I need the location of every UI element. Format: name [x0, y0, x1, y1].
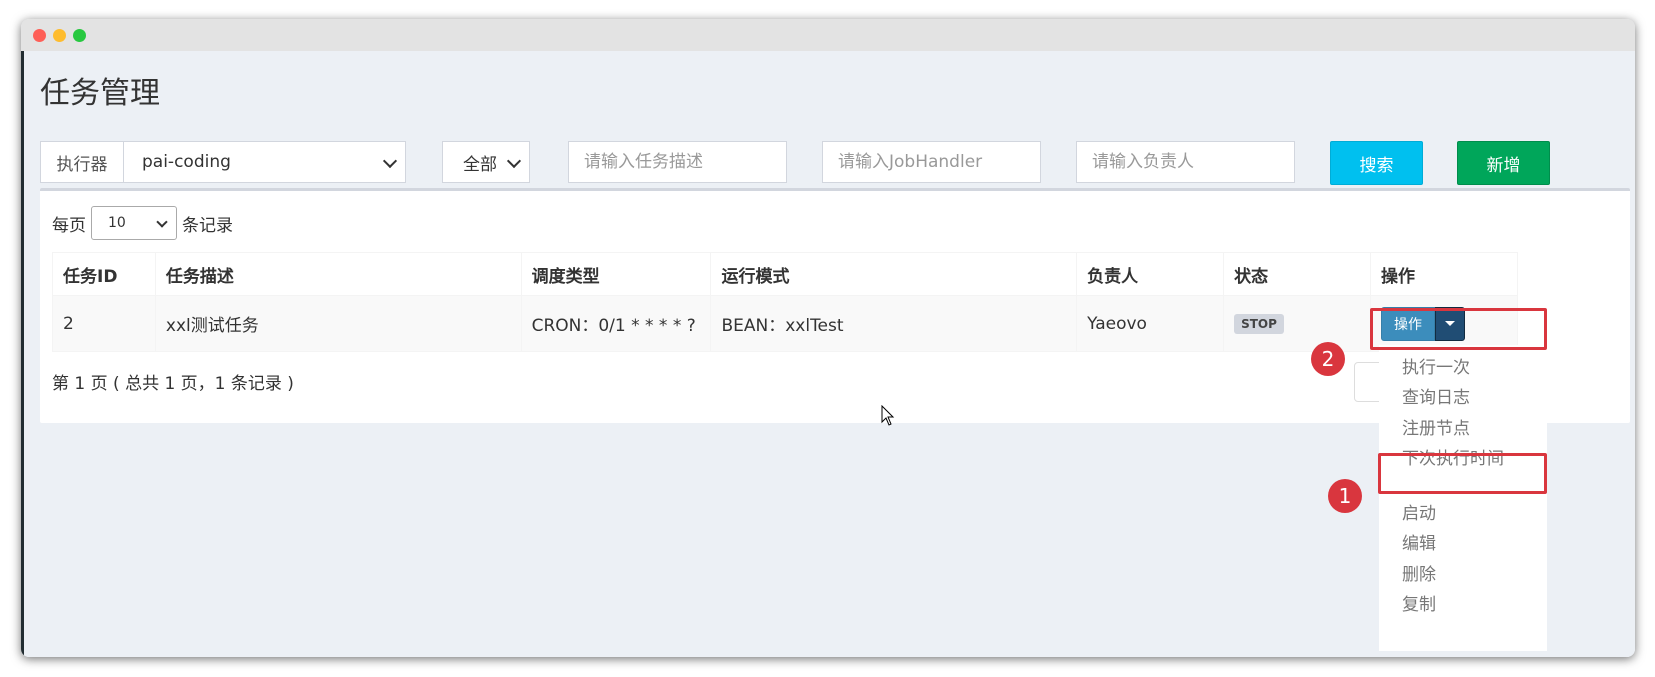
page-length-select[interactable]: 10	[91, 206, 177, 240]
filter-bar: 执行器 pai-coding 全部 搜索 新增	[40, 141, 1635, 185]
annotation-highlight-run-once	[1370, 308, 1547, 350]
window-titlebar	[21, 19, 1635, 51]
job-handler-input[interactable]	[822, 141, 1041, 183]
job-desc-input[interactable]	[568, 141, 787, 183]
mouse-cursor-icon	[881, 405, 895, 426]
column-header-desc[interactable]: 任务描述	[154, 252, 522, 296]
page-length-value: 10	[108, 215, 126, 231]
column-header-mode[interactable]: 运行模式	[710, 252, 1078, 296]
cell-schedule: CRON：0/1 * * * * ?	[520, 295, 712, 352]
menu-item-delete[interactable]: 删除	[1402, 560, 1436, 585]
column-header-status[interactable]: 状态	[1223, 252, 1371, 296]
column-header-id[interactable]: 任务ID	[52, 252, 156, 296]
cell-id: 2	[52, 295, 156, 352]
cell-author: Yaeovo	[1076, 295, 1225, 352]
executor-label: 执行器	[41, 142, 124, 182]
operation-dropdown-menu: 执行一次 查询日志 注册节点 下次执行时间 启动 编辑 删除 复制	[1379, 345, 1547, 651]
chevron-down-icon	[382, 153, 398, 169]
author-input[interactable]	[1076, 141, 1295, 183]
executor-select[interactable]: pai-coding	[124, 142, 405, 182]
menu-item-edit[interactable]: 编辑	[1402, 529, 1436, 554]
page-length-suffix: 条记录	[182, 215, 233, 236]
pagination-info: 第 1 页 ( 总共 1 页，1 条记录 )	[52, 374, 294, 394]
column-header-author[interactable]: 负责人	[1076, 252, 1225, 296]
close-window-icon[interactable]	[33, 29, 46, 42]
column-header-schedule[interactable]: 调度类型	[520, 252, 712, 296]
page-length-control: 每页 10 条记录	[52, 205, 233, 241]
status-badge: STOP	[1234, 314, 1284, 334]
menu-item-run-once[interactable]: 执行一次	[1402, 353, 1470, 378]
table-header-row: 任务ID 任务描述 调度类型 运行模式 负责人 状态 操作	[52, 252, 1518, 296]
cell-status: STOP	[1223, 295, 1371, 352]
trigger-status-value: 全部	[463, 154, 497, 175]
search-button[interactable]: 搜索	[1330, 141, 1423, 185]
table-row: 2 xxl测试任务 CRON：0/1 * * * * ? BEAN：xxlTes…	[52, 295, 1518, 352]
executor-filter: 执行器 pai-coding	[40, 141, 406, 183]
annotation-highlight-start	[1378, 453, 1547, 494]
menu-item-copy[interactable]: 复制	[1402, 590, 1436, 615]
chevron-down-icon	[506, 153, 522, 169]
menu-item-query-log[interactable]: 查询日志	[1402, 383, 1470, 408]
page-length-prefix: 每页	[52, 215, 86, 236]
menu-item-start[interactable]: 启动	[1402, 499, 1436, 524]
cell-desc: xxl测试任务	[154, 295, 522, 352]
page-title: 任务管理	[40, 76, 160, 111]
annotation-marker-1: 1	[1328, 479, 1362, 513]
maximize-window-icon[interactable]	[73, 29, 86, 42]
column-header-operation[interactable]: 操作	[1370, 252, 1518, 296]
trigger-status-select[interactable]: 全部	[442, 141, 530, 183]
sidebar-edge	[21, 51, 24, 657]
browser-window: 任务管理 执行器 pai-coding 全部 搜索 新增 每页	[21, 19, 1635, 657]
minimize-window-icon[interactable]	[53, 29, 66, 42]
job-table: 任务ID 任务描述 调度类型 运行模式 负责人 状态 操作 2 xxl测试任务 …	[52, 252, 1518, 352]
menu-item-registry-node[interactable]: 注册节点	[1402, 414, 1470, 439]
cell-mode: BEAN：xxlTest	[710, 295, 1078, 352]
annotation-marker-2: 2	[1311, 342, 1345, 376]
chevron-down-icon	[156, 216, 168, 228]
executor-select-value: pai-coding	[142, 152, 231, 172]
page-content: 任务管理 执行器 pai-coding 全部 搜索 新增 每页	[21, 51, 1635, 657]
add-job-button[interactable]: 新增	[1457, 141, 1550, 185]
